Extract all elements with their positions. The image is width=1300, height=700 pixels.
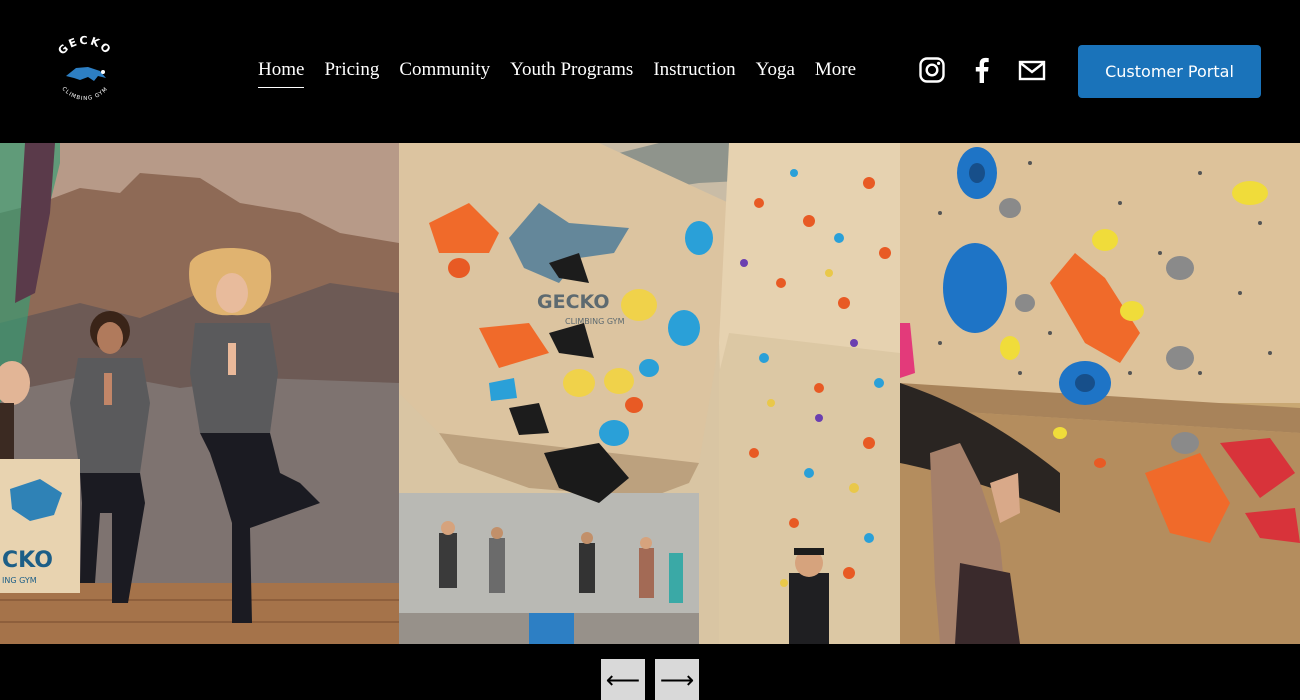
svg-text:CKO: CKO <box>2 548 53 573</box>
facebook-icon[interactable] <box>968 56 996 84</box>
nav-more[interactable]: More <box>815 58 856 88</box>
wall-logo-sub: CLIMBING GYM <box>565 317 625 326</box>
gecko-logo[interactable]: GECKO CLIMBING GYM <box>48 34 122 108</box>
bouldering-photo <box>900 143 1300 644</box>
gallery-slide-boulder[interactable] <box>900 143 1300 644</box>
nav-community[interactable]: Community <box>399 58 490 88</box>
gallery-slide-wall[interactable]: GECKO CLIMBING GYM <box>399 143 900 644</box>
yoga-photo: CKO ING GYM <box>0 143 399 644</box>
previous-arrow-button[interactable]: ⟵ <box>601 659 645 700</box>
svg-text:ING GYM: ING GYM <box>2 576 37 585</box>
site-header: GECKO CLIMBING GYM Home Pricing Communit… <box>0 0 1300 143</box>
social-links <box>918 56 1046 84</box>
nav-pricing[interactable]: Pricing <box>324 58 379 88</box>
nav-instruction[interactable]: Instruction <box>653 58 735 88</box>
climbing-wall-photo: GECKO CLIMBING GYM <box>399 143 900 644</box>
instagram-icon[interactable] <box>918 56 946 84</box>
nav-yoga[interactable]: Yoga <box>756 58 795 88</box>
gallery-slide-yoga[interactable]: CKO ING GYM <box>0 143 399 644</box>
nav-home[interactable]: Home <box>258 58 305 88</box>
image-gallery: CKO ING GYM GECKO CLIMBING GYM <box>0 143 1300 644</box>
next-arrow-button[interactable]: ⟶ <box>655 659 699 700</box>
customer-portal-button[interactable]: Customer Portal <box>1078 45 1261 98</box>
wall-logo-text: GECKO <box>537 291 610 313</box>
main-nav: Home Pricing Community Youth Programs In… <box>258 58 876 88</box>
gallery-controls: ⟵ ⟶ <box>601 659 699 700</box>
email-icon[interactable] <box>1018 56 1046 84</box>
nav-youth-programs[interactable]: Youth Programs <box>510 58 633 88</box>
